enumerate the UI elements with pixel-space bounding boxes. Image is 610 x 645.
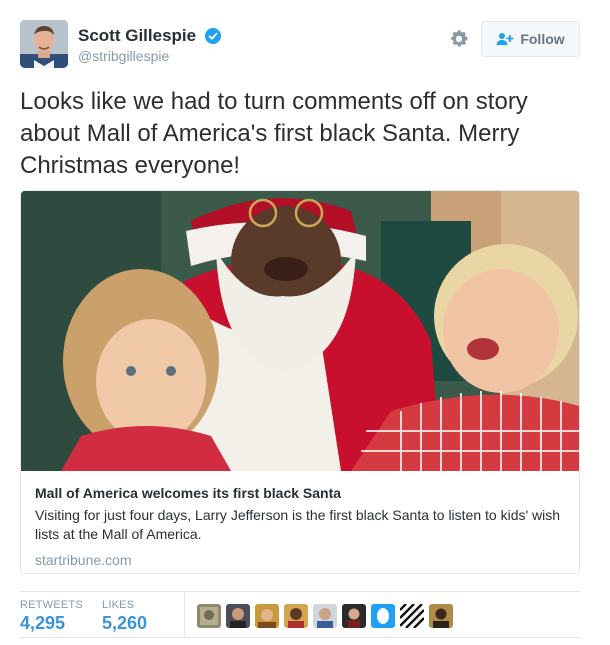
follow-button[interactable]: Follow [481, 21, 580, 57]
liker-avatar[interactable] [226, 604, 250, 628]
gear-icon[interactable] [448, 28, 470, 50]
likes-count: 5,260 [102, 613, 148, 633]
liker-avatars [197, 604, 453, 628]
liker-avatar[interactable] [313, 604, 337, 628]
retweets-stat[interactable]: RETWEETS 4,295 [20, 599, 83, 634]
liker-avatar[interactable] [197, 604, 221, 628]
liker-avatar[interactable] [371, 604, 395, 628]
author-names: Scott Gillespie @stribgillespie [78, 26, 221, 64]
card-description: Visiting for just four days, Larry Jeffe… [35, 507, 561, 542]
card-body: Mall of America welcomes its first black… [21, 471, 579, 568]
add-user-icon [496, 33, 514, 45]
stats-divider [184, 592, 185, 638]
liker-avatar[interactable] [284, 604, 308, 628]
card-title[interactable]: Mall of America welcomes its first black… [35, 484, 565, 502]
card-domain[interactable]: startribune.com [35, 552, 565, 568]
card-image [21, 191, 579, 471]
tweet-stats: RETWEETS 4,295 LIKES 5,260 [20, 591, 580, 638]
author-handle[interactable]: @stribgillespie [78, 48, 221, 64]
likes-label: LIKES [102, 599, 135, 611]
retweets-count: 4,295 [20, 613, 66, 633]
link-card[interactable]: Mall of America welcomes its first black… [20, 190, 580, 574]
verified-badge-icon [204, 28, 221, 44]
liker-avatar[interactable] [400, 604, 424, 628]
liker-avatar[interactable] [429, 604, 453, 628]
tweet-header: Scott Gillespie @stribgillespie Follow [20, 20, 590, 70]
liker-avatar[interactable] [255, 604, 279, 628]
author-avatar[interactable] [20, 20, 68, 68]
follow-label: Follow [520, 31, 565, 47]
tweet-text: Looks like we had to turn comments off o… [20, 88, 528, 179]
likes-stat[interactable]: LIKES 5,260 [102, 599, 147, 634]
retweets-label: RETWEETS [20, 599, 83, 611]
liker-avatar[interactable] [342, 604, 366, 628]
author-name[interactable]: Scott Gillespie [78, 26, 196, 46]
